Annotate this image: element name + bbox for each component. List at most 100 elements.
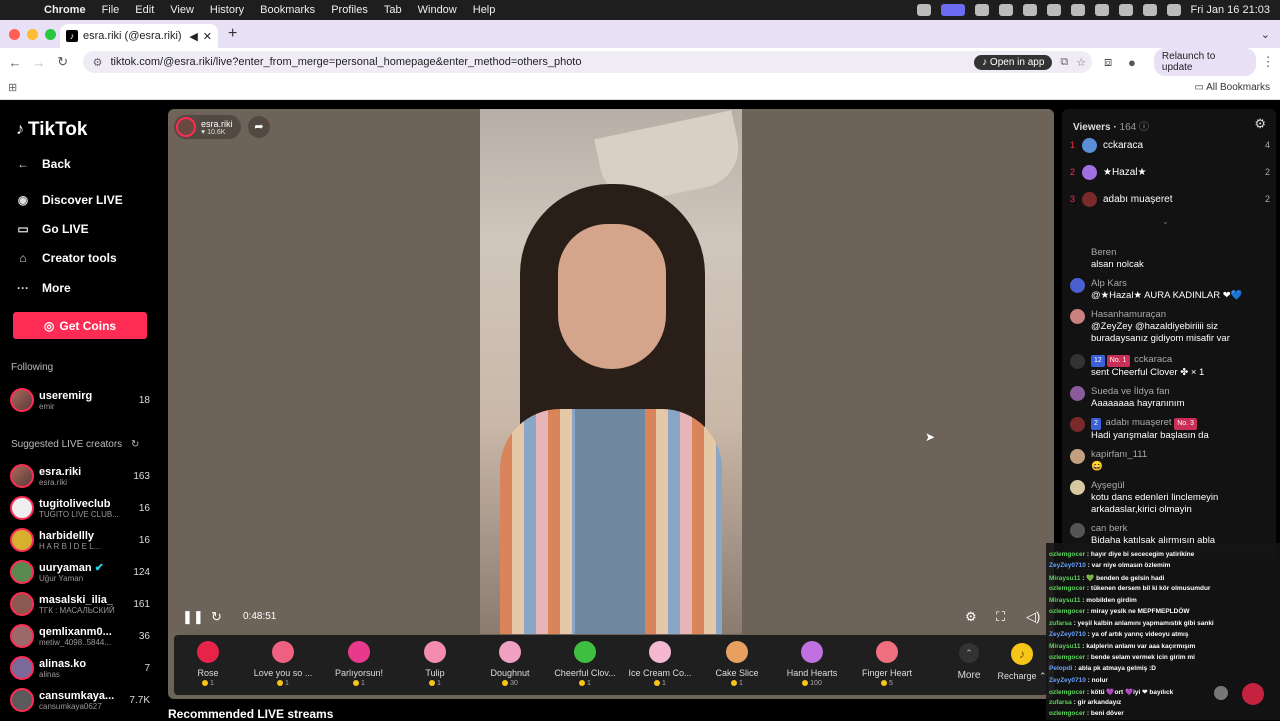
recharge-button[interactable]: ♪ Recharge ⌃ [996, 639, 1048, 682]
translate-icon[interactable]: ⧉ [1060, 56, 1068, 69]
live-video-feed[interactable] [480, 109, 742, 634]
gift-ice-cream[interactable]: Ice Cream Co... 1 [626, 641, 694, 687]
share-icon[interactable]: ➦ [248, 116, 270, 138]
status-icon[interactable] [975, 4, 989, 16]
top-viewer-row[interactable]: 3 adabı muaşeret 2 [1070, 189, 1270, 209]
discover-icon: ◉ [14, 193, 32, 207]
open-in-app-button[interactable]: ♪ Open in app [974, 55, 1052, 70]
close-window-button[interactable] [9, 29, 20, 40]
status-icon[interactable] [917, 4, 931, 16]
suggested-creator[interactable]: harbidelllyH A R B İ D E L... 16 [10, 525, 150, 555]
menu-window[interactable]: Window [410, 4, 465, 16]
suggested-creator[interactable]: uuryaman ✔Uğur Yaman 124 [10, 557, 150, 587]
top-viewer-row[interactable]: 2 ★Hazal★ 2 [1070, 162, 1270, 182]
menu-history[interactable]: History [202, 4, 252, 16]
gift-rose[interactable]: Rose 1 [174, 641, 242, 687]
new-tab-button[interactable]: + [228, 25, 237, 43]
top-viewer-row[interactable]: 1 cckaraca 4 [1070, 135, 1270, 155]
all-bookmarks-button[interactable]: ▭ All Bookmarks [1194, 82, 1270, 93]
live-stream-player[interactable]: esra.riki ♥ 10.6K ➦ ❚❚ ↻ 0:48:51 ⚙ ⛶ ◁) … [168, 109, 1054, 699]
suggested-creator[interactable]: cansumkaya...cansumkaya0627 7.7K [10, 685, 150, 715]
refresh-icon[interactable]: ↻ [131, 439, 139, 450]
fullscreen-icon[interactable]: ⛶ [996, 609, 1005, 625]
apps-grid-icon[interactable]: ⊞ [8, 81, 17, 94]
status-icon[interactable] [1071, 4, 1085, 16]
status-icon[interactable] [1047, 4, 1061, 16]
control-center-icon[interactable] [1167, 4, 1181, 16]
menubar-clock[interactable]: Fri Jan 16 21:03 [1191, 4, 1271, 16]
site-info-icon[interactable]: ⚙ [93, 56, 103, 69]
host-info[interactable]: esra.riki ♥ 10.6K [174, 115, 241, 139]
chat-message[interactable]: Hasanhamuraçan@ZeyZey @hazaldiyebiriiii … [1070, 309, 1270, 345]
info-icon[interactable]: ⓘ [1139, 122, 1149, 133]
expand-viewers-chevron-icon[interactable]: ⌄ [1162, 217, 1169, 226]
settings-gear-icon[interactable]: ⚙ [965, 609, 977, 625]
chat-settings-gear-icon[interactable]: ⚙ [1254, 116, 1266, 132]
menu-edit[interactable]: Edit [127, 4, 162, 16]
status-icon[interactable] [999, 4, 1013, 16]
nav-more[interactable]: ··· More [14, 281, 71, 295]
refresh-stream-icon[interactable]: ↻ [211, 609, 222, 625]
status-icon[interactable] [1023, 4, 1037, 16]
back-arrow-icon[interactable]: ← [3, 55, 27, 70]
back-button[interactable]: ← Back [14, 157, 71, 171]
nav-go-live[interactable]: ▭ Go LIVE [14, 222, 89, 236]
suggested-creator[interactable]: masalski_ilia_ТГК : МАСАЛЬСКИЙ 161 [10, 589, 150, 619]
gift-tulip[interactable]: Tulip 1 [401, 641, 469, 687]
menu-chrome[interactable]: Chrome [36, 4, 94, 16]
gift-love-you[interactable]: Love you so ... 1 [249, 641, 317, 687]
pause-icon[interactable]: ❚❚ [182, 609, 204, 625]
chat-message[interactable]: kapirfanı_111😄 [1070, 449, 1270, 473]
menu-view[interactable]: View [162, 4, 202, 16]
chat-message[interactable]: 2 adabı muaşeret No. 3 Hadi yarışmalar b… [1070, 417, 1270, 442]
reload-icon[interactable]: ↻ [51, 54, 75, 70]
volume-icon[interactable]: ◁) [1026, 609, 1040, 625]
menu-bookmarks[interactable]: Bookmarks [252, 4, 323, 16]
chat-message[interactable]: Berenalsan nolcak [1070, 247, 1270, 271]
extensions-icon[interactable]: ⧈ [1096, 54, 1120, 70]
like-heart-button[interactable] [1242, 683, 1264, 705]
gift-parliyorsun[interactable]: Parlıyorsun! 1 [325, 641, 393, 687]
menu-kebab-icon[interactable]: ⋮ [1256, 54, 1280, 70]
chat-gift-message[interactable]: 12No. 1 cckaraca sent Cheerful Clover ✤ … [1070, 354, 1270, 379]
get-coins-button[interactable]: ◎ Get Coins [13, 312, 147, 339]
minimize-window-button[interactable] [27, 29, 38, 40]
nav-discover-live[interactable]: ◉ Discover LIVE [14, 193, 123, 207]
gift-cake-slice[interactable]: Cake Slice 1 [703, 641, 771, 687]
chat-message[interactable]: Sueda ve İldya fanAaaaaaaa hayranınım [1070, 386, 1270, 410]
zoom-window-button[interactable] [45, 29, 56, 40]
tab-search-icon[interactable]: ⌄ [1261, 28, 1270, 41]
menu-file[interactable]: File [94, 4, 128, 16]
following-creator[interactable]: useremirg emir 18 [10, 385, 150, 415]
gift-doughnut[interactable]: Doughnut 30 [476, 641, 544, 687]
nav-creator-tools[interactable]: ⌂ Creator tools [14, 251, 117, 265]
browser-tab[interactable]: ♪ esra.riki (@esra.riki) is LIVE ◀ ✕ [60, 24, 218, 48]
bookmark-star-icon[interactable]: ☆ [1076, 56, 1086, 69]
suggested-creator[interactable]: qemlixanm0...metiw_4098..5844... 36 [10, 621, 150, 651]
emoji-face-icon[interactable] [1214, 686, 1228, 700]
gift-finger-heart[interactable]: Finger Heart 5 [853, 641, 921, 687]
wifi-icon[interactable] [1095, 4, 1109, 16]
profile-avatar-icon[interactable]: ● [1120, 55, 1144, 70]
relaunch-button[interactable]: Relaunch to update [1154, 48, 1256, 76]
gift-cheerful-clover[interactable]: Cheerful Clov... 1 [551, 641, 619, 687]
forward-arrow-icon[interactable]: → [27, 55, 51, 70]
search-icon[interactable] [1143, 4, 1157, 16]
close-tab-icon[interactable]: ✕ [203, 30, 212, 43]
url-text[interactable]: tiktok.com/@esra.riki/live?enter_from_me… [111, 56, 967, 68]
suggested-creator[interactable]: esra.rikiesra.riki 163 [10, 461, 150, 491]
chat-message[interactable]: Alp Kars@★Hazal★ AURA KADINLAR ❤💙 [1070, 278, 1270, 302]
gift-hand-hearts[interactable]: Hand Hearts 100 [778, 641, 846, 687]
suggested-creator[interactable]: tugitoliveclubTUGITO LIVE CLUB... 16 [10, 493, 150, 523]
screen-record-icon[interactable] [941, 4, 965, 16]
menu-tab[interactable]: Tab [376, 4, 410, 16]
suggested-creator[interactable]: alinas.koalinas 7 [10, 653, 150, 683]
more-gifts-button[interactable]: ⌃ More [944, 639, 994, 681]
chat-message[interactable]: Ayşegülkotu dans edenleri linclemeyin ar… [1070, 480, 1270, 516]
tiktok-logo[interactable]: ♪ TikTok [16, 119, 87, 141]
menu-profiles[interactable]: Profiles [323, 4, 376, 16]
menu-help[interactable]: Help [465, 4, 504, 16]
battery-icon[interactable] [1119, 4, 1133, 16]
speaker-icon[interactable]: ◀ [189, 30, 197, 43]
address-bar[interactable]: ⚙ tiktok.com/@esra.riki/live?enter_from_… [83, 51, 1093, 73]
